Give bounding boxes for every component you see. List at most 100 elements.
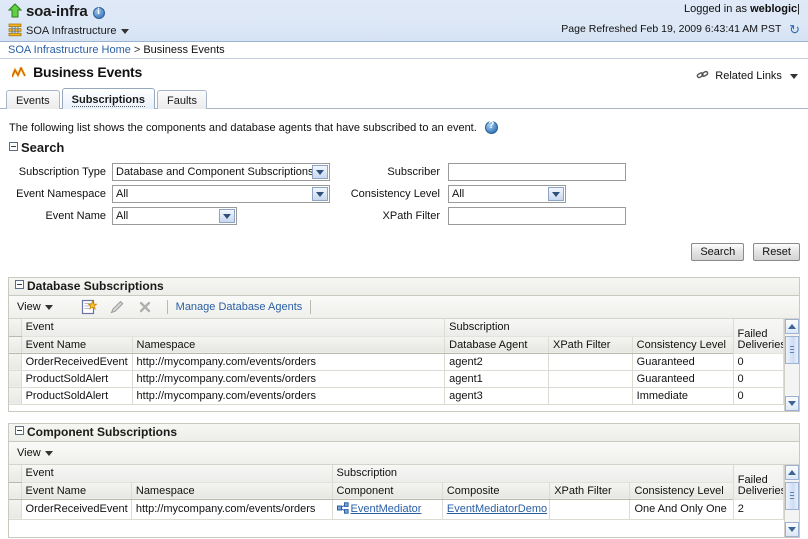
column-header-namespace[interactable]: Namespace bbox=[132, 336, 445, 353]
chevron-down-icon bbox=[45, 451, 53, 456]
column-header-consistency-level[interactable]: Consistency Level bbox=[630, 482, 733, 499]
event-namespace-select[interactable]: All bbox=[112, 185, 330, 203]
subscription-type-select[interactable]: Database and Component Subscriptions bbox=[112, 163, 330, 181]
subscription-type-label: Subscription Type bbox=[8, 166, 106, 178]
row-handle[interactable] bbox=[9, 387, 21, 404]
cell-xpath-filter bbox=[548, 387, 632, 404]
column-header-xpath-filter[interactable]: XPath Filter bbox=[548, 336, 632, 353]
consistency-level-select[interactable]: All bbox=[448, 185, 566, 203]
link-icon bbox=[696, 72, 712, 84]
column-header-xpath-filter[interactable]: XPath Filter bbox=[550, 482, 630, 499]
database-subscriptions-grid: Event Subscription Failed Deliveries Eve… bbox=[9, 319, 799, 411]
cell-consistency-level: Immediate bbox=[632, 387, 733, 404]
subscription-type-value: Database and Component Subscriptions bbox=[116, 166, 314, 178]
column-header-composite[interactable]: Composite bbox=[442, 482, 549, 499]
group-header-event: Event bbox=[21, 465, 332, 482]
create-subscription-button[interactable] bbox=[81, 299, 97, 315]
scroll-up-button[interactable] bbox=[785, 319, 799, 334]
search-heading: Search bbox=[21, 140, 64, 155]
column-header-database-agent[interactable]: Database Agent bbox=[445, 336, 549, 353]
vertical-scrollbar[interactable] bbox=[784, 319, 799, 411]
page-refreshed-row: Page Refreshed Feb 19, 2009 6:43:41 AM P… bbox=[561, 20, 800, 36]
column-header-event-name[interactable]: Event Name bbox=[21, 336, 132, 353]
cell-xpath-filter bbox=[550, 499, 630, 519]
row-handle[interactable] bbox=[9, 353, 21, 370]
edit-subscription-button bbox=[109, 299, 125, 315]
table-row[interactable]: ProductSoldAlert http://mycompany.com/ev… bbox=[9, 387, 784, 404]
table-row[interactable]: OrderReceivedEvent http://mycompany.com/… bbox=[9, 499, 784, 519]
host-row: soa-infra bbox=[8, 2, 129, 21]
table-row[interactable]: ProductSoldAlert http://mycompany.com/ev… bbox=[9, 370, 784, 387]
scroll-down-button[interactable] bbox=[785, 396, 799, 411]
mediator-icon bbox=[337, 502, 349, 517]
row-handle-header bbox=[9, 465, 21, 482]
cell-failed-deliveries: 0 bbox=[733, 370, 783, 387]
xpath-filter-input[interactable] bbox=[448, 207, 626, 225]
component-subscriptions-header[interactable]: Component Subscriptions bbox=[8, 423, 800, 442]
search-section-header[interactable]: Search bbox=[0, 134, 808, 155]
related-links-menu[interactable]: Related Links bbox=[696, 67, 798, 82]
field-xpath-filter: XPath Filter bbox=[330, 207, 626, 225]
failed-deliveries-line1: Failed bbox=[738, 475, 779, 486]
field-subscription-type: Subscription Type Database and Component… bbox=[8, 163, 330, 181]
refresh-icon[interactable]: ↻ bbox=[789, 22, 800, 38]
consistency-level-value: All bbox=[452, 188, 464, 200]
column-header-event-name[interactable]: Event Name bbox=[21, 482, 131, 499]
event-name-value: All bbox=[116, 210, 128, 222]
collapse-toggle-icon[interactable] bbox=[15, 280, 24, 289]
composite-link[interactable]: EventMediatorDemo bbox=[447, 503, 547, 515]
soa-infrastructure-icon bbox=[8, 23, 22, 40]
group-header-subscription: Subscription bbox=[445, 319, 733, 336]
tab-faults-label: Faults bbox=[167, 95, 197, 107]
intro-text-row: The following list shows the components … bbox=[0, 109, 808, 134]
tab-events[interactable]: Events bbox=[6, 90, 60, 109]
event-name-select[interactable]: All bbox=[112, 207, 237, 225]
database-subscriptions-header[interactable]: Database Subscriptions bbox=[8, 277, 800, 296]
cell-xpath-filter bbox=[548, 370, 632, 387]
field-event-namespace: Event Namespace All bbox=[8, 185, 330, 203]
manage-database-agents-link[interactable]: Manage Database Agents bbox=[176, 301, 303, 313]
cell-namespace: http://mycompany.com/events/orders bbox=[131, 499, 332, 519]
column-header-consistency-level[interactable]: Consistency Level bbox=[632, 336, 733, 353]
scrollbar-thumb[interactable] bbox=[785, 482, 799, 510]
database-subscriptions-table: Event Subscription Failed Deliveries Eve… bbox=[9, 319, 784, 405]
row-handle[interactable] bbox=[9, 370, 21, 387]
subscriber-input[interactable] bbox=[448, 163, 626, 181]
group-header-event: Event bbox=[21, 319, 445, 336]
collapse-toggle-icon[interactable] bbox=[9, 142, 18, 151]
banner-identity: soa-infra SOA Infrastructure bbox=[8, 2, 129, 40]
field-consistency-level: Consistency Level All bbox=[330, 185, 566, 203]
cell-failed-deliveries: 0 bbox=[733, 387, 783, 404]
breadcrumb-home-link[interactable]: SOA Infrastructure Home bbox=[8, 44, 131, 56]
service-menu[interactable]: SOA Infrastructure bbox=[8, 22, 129, 40]
info-icon[interactable] bbox=[93, 7, 105, 19]
column-header-namespace[interactable]: Namespace bbox=[131, 482, 332, 499]
cell-event-name: ProductSoldAlert bbox=[21, 387, 132, 404]
delete-subscription-button bbox=[137, 299, 153, 315]
component-subscriptions-panel: Component Subscriptions View bbox=[8, 423, 800, 538]
collapse-toggle-icon[interactable] bbox=[15, 426, 24, 435]
group-header-failed-deliveries: Failed Deliveries bbox=[733, 319, 783, 353]
row-handle[interactable] bbox=[9, 499, 21, 519]
reset-button[interactable]: Reset bbox=[753, 243, 800, 261]
tab-faults[interactable]: Faults bbox=[157, 90, 207, 109]
vertical-scrollbar[interactable] bbox=[784, 465, 799, 537]
column-header-component[interactable]: Component bbox=[332, 482, 442, 499]
table-row[interactable]: OrderReceivedEvent http://mycompany.com/… bbox=[9, 353, 784, 370]
view-menu-button[interactable]: View bbox=[17, 447, 53, 459]
search-button[interactable]: Search bbox=[691, 243, 744, 261]
cell-failed-deliveries: 0 bbox=[733, 353, 783, 370]
tab-subscriptions[interactable]: Subscriptions bbox=[62, 88, 155, 109]
scroll-down-button[interactable] bbox=[785, 522, 799, 537]
banner-session: Logged in as weblogic| Page Refreshed Fe… bbox=[561, 3, 800, 36]
view-menu-button[interactable]: View bbox=[17, 301, 53, 313]
chevron-down-icon bbox=[121, 29, 129, 34]
event-namespace-value: All bbox=[116, 188, 128, 200]
scrollbar-thumb[interactable] bbox=[785, 336, 799, 364]
scroll-up-button[interactable] bbox=[785, 465, 799, 480]
xpath-filter-label: XPath Filter bbox=[330, 210, 440, 222]
failed-deliveries-line2: Deliveries bbox=[738, 486, 779, 497]
tab-bar: Events Subscriptions Faults bbox=[0, 87, 808, 109]
help-icon[interactable] bbox=[485, 121, 498, 134]
component-link[interactable]: EventMediator bbox=[351, 503, 422, 515]
